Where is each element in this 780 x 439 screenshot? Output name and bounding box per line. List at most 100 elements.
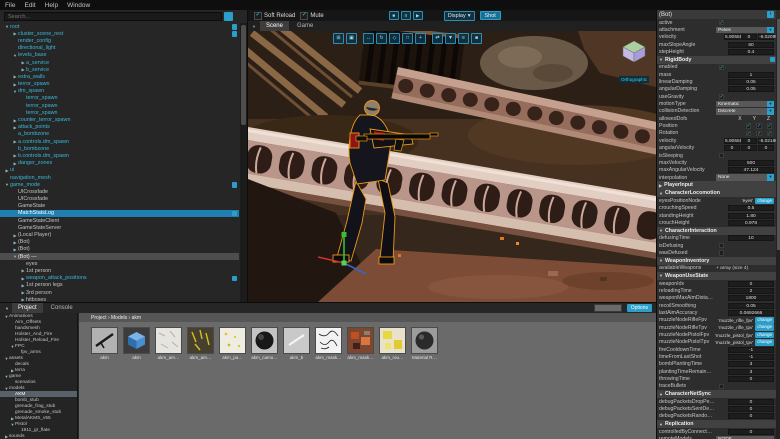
tab-project[interactable]: Project bbox=[12, 303, 43, 313]
tree-item-navigation-mesh[interactable]: navigation_mesh bbox=[0, 174, 239, 181]
tree-item-matchstatslog[interactable]: MatchStatsLog bbox=[0, 210, 239, 217]
section-header-characterlocomotion[interactable]: ▼CharacterLocomotion bbox=[657, 189, 776, 197]
change-button[interactable]: change bbox=[755, 317, 774, 324]
checkbox[interactable]: ✓ bbox=[719, 65, 725, 71]
layers-icon[interactable]: ≡ bbox=[458, 33, 469, 44]
value-field[interactable]: 0.05 bbox=[728, 79, 774, 85]
info-icon[interactable]: i bbox=[767, 11, 774, 18]
tree-item-danger-zones[interactable]: ▶danger_zones bbox=[0, 160, 239, 167]
tab-game[interactable]: Game bbox=[291, 21, 319, 31]
section-header-rigidbody[interactable]: ▼RigidBody bbox=[657, 56, 776, 64]
grid-icon[interactable]: ▣ bbox=[346, 33, 357, 44]
tab-scene[interactable]: Scene bbox=[260, 21, 289, 31]
value-field[interactable]: 0.978 bbox=[728, 220, 774, 226]
value-field[interactable]: 500 bbox=[728, 160, 774, 166]
select-field[interactable]: Discrete▼ bbox=[716, 108, 774, 115]
tree-item-terror-spawn[interactable]: ▶terror_spawn bbox=[0, 81, 239, 88]
tree-item-dm-spawn[interactable]: ▼dm_spawn bbox=[0, 88, 239, 95]
value-field[interactable]: 0 bbox=[728, 281, 774, 287]
projection-mode-label[interactable]: Orthographic bbox=[619, 76, 649, 83]
tree-item-a-controls-dm-spawn[interactable]: ▶a.controls.dm_spawn bbox=[0, 138, 239, 145]
select-field[interactable]: None▼ bbox=[716, 174, 774, 181]
tree-item-a-bombzone[interactable]: a_bombzone bbox=[0, 131, 239, 138]
asset-tile-akm-mask-[interactable]: akm_mask… bbox=[315, 327, 342, 360]
hierarchy-search-input[interactable] bbox=[4, 12, 222, 21]
hierarchy-scrollbar[interactable] bbox=[240, 23, 247, 302]
tree-item-game-mode[interactable]: ▼game_mode bbox=[0, 181, 239, 188]
row-visibility-button[interactable] bbox=[232, 276, 238, 282]
checkbox[interactable]: ✓ bbox=[719, 20, 725, 26]
checkbox[interactable] bbox=[719, 250, 725, 256]
value-field[interactable]: 0.05 bbox=[728, 86, 774, 92]
camera-icon[interactable]: ■ bbox=[471, 33, 482, 44]
swap-icon[interactable]: ⇄ bbox=[432, 33, 443, 44]
value-field[interactable]: 0.0692666 bbox=[728, 310, 774, 316]
shot-button[interactable]: Shot bbox=[480, 11, 501, 20]
value-field[interactable]: 0 bbox=[741, 145, 757, 151]
tree-item-1st-person-legs[interactable]: ▶1st person legs bbox=[0, 282, 239, 289]
menu-item-edit[interactable]: Edit bbox=[24, 2, 35, 9]
checkbox[interactable]: ✓ bbox=[756, 131, 762, 137]
tree-item-gamestateclient[interactable]: GameStateClient bbox=[0, 217, 239, 224]
value-field[interactable]: -1 bbox=[728, 354, 774, 360]
array-summary[interactable]: + array (size 4) bbox=[716, 266, 774, 271]
breadcrumb[interactable]: Project › Models › akm bbox=[79, 313, 656, 322]
checkbox[interactable] bbox=[719, 153, 725, 159]
change-button[interactable]: change bbox=[755, 332, 774, 339]
tree-item-3rd-person[interactable]: ▶3rd person bbox=[0, 289, 239, 296]
tree-item--bot-[interactable]: ▶(Bot) bbox=[0, 239, 239, 246]
value-field[interactable]: 3 bbox=[728, 369, 774, 375]
asset-tile-akm-b[interactable]: akm_b bbox=[283, 327, 310, 360]
checkbox[interactable]: ✓ bbox=[756, 123, 762, 129]
scale-icon[interactable]: ◇ bbox=[389, 33, 400, 44]
asset-tile-akm-rou-[interactable]: akm_rou… bbox=[379, 327, 406, 360]
asset-tile-akm[interactable]: akm bbox=[123, 327, 150, 360]
value-field[interactable]: 1800 bbox=[728, 295, 774, 301]
tree-item-levels-base[interactable]: ▼levels_base bbox=[0, 52, 239, 59]
row-visibility-button[interactable] bbox=[232, 211, 238, 217]
tree-item-gamestateserver[interactable]: GameStateServer bbox=[0, 224, 239, 231]
value-field[interactable]: 0.5 bbox=[728, 205, 774, 211]
checkbox[interactable]: ✓ bbox=[767, 131, 773, 137]
tab-console[interactable]: Console bbox=[45, 303, 79, 313]
value-field[interactable]: 1 bbox=[728, 72, 774, 78]
value-field[interactable]: 0 bbox=[728, 399, 774, 405]
orientation-gizmo[interactable]: Orthographic bbox=[617, 39, 651, 86]
asset-tile-akm-pa-[interactable]: akm_pa… bbox=[219, 327, 246, 360]
tree-item-render-config[interactable]: render_config bbox=[0, 37, 239, 44]
section-header-characternetsync[interactable]: ▼CharacterNetSync bbox=[657, 390, 776, 398]
checkbox[interactable]: ✓ bbox=[719, 94, 725, 100]
section-header-weaponinventory[interactable]: ▼WeaponInventory bbox=[657, 257, 776, 265]
section-header-replication[interactable]: ▼Replication bbox=[657, 420, 776, 428]
value-field[interactable]: 0 bbox=[728, 406, 774, 412]
mute-checkbox[interactable]: ✓ Mute bbox=[300, 12, 323, 20]
section-header-characterinteraction[interactable]: ▼CharacterInteraction bbox=[657, 227, 776, 235]
tree-item-uicrossfade[interactable]: UICrossfade bbox=[0, 196, 239, 203]
tree-item-sounds[interactable]: ▶sounds bbox=[0, 433, 77, 439]
value-field[interactable]: -6.020952 bbox=[758, 34, 774, 40]
step-button[interactable]: ▶ bbox=[413, 11, 423, 20]
tree-item-b-service[interactable]: ▶b_service bbox=[0, 66, 239, 73]
value-field[interactable]: 0 bbox=[758, 145, 774, 151]
row-visibility-button[interactable] bbox=[232, 24, 238, 30]
tree-item-directional-light[interactable]: directional_light bbox=[0, 45, 239, 52]
checkbox[interactable] bbox=[719, 384, 725, 390]
value-field[interactable]: 47.124 bbox=[728, 167, 774, 173]
value-field[interactable]: -6.021805 bbox=[758, 138, 774, 144]
tree-item--bot-[interactable]: ▶(Bot) bbox=[0, 246, 239, 253]
tree-item-extra-walls[interactable]: ▶extra_walls bbox=[0, 73, 239, 80]
change-button[interactable]: change bbox=[755, 339, 774, 346]
tree-item-b-bombzone[interactable]: b_bombzone bbox=[0, 145, 239, 152]
section-header-playerinput[interactable]: ▶PlayerInput bbox=[657, 181, 776, 189]
value-field[interactable]: 0 bbox=[724, 145, 740, 151]
add-icon[interactable]: + bbox=[415, 33, 426, 44]
asset-tile-akm-camo-[interactable]: akm_camo… bbox=[251, 327, 278, 360]
value-field[interactable]: 0 bbox=[728, 413, 774, 419]
tree-item-terror-spawn[interactable]: terror_spawn bbox=[0, 102, 239, 109]
asset-tile-akm-am-[interactable]: akm_am… bbox=[187, 327, 214, 360]
change-button[interactable]: change bbox=[755, 198, 774, 205]
tree-item-attack-points[interactable]: ▶attack_points bbox=[0, 124, 239, 131]
tree-item-eyes[interactable]: eyes bbox=[0, 260, 239, 267]
value-field[interactable]: 0 bbox=[741, 138, 757, 144]
tree-item-gamestate[interactable]: GameState bbox=[0, 203, 239, 210]
